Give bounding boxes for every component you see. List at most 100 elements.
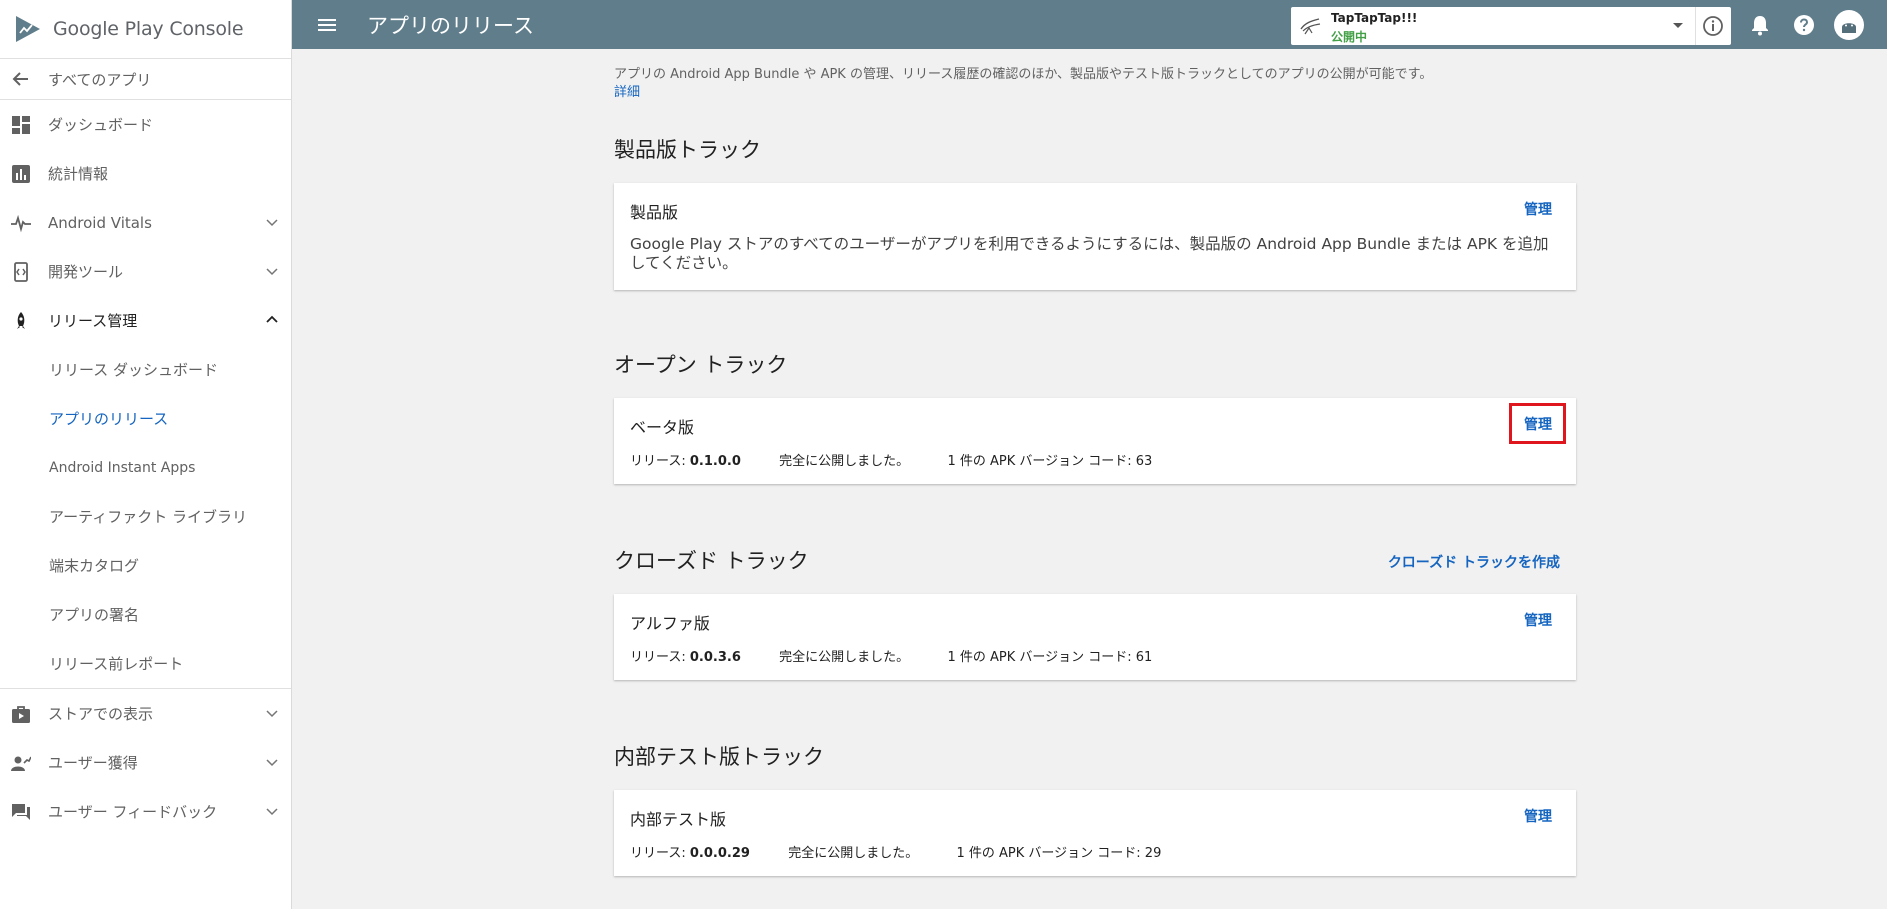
dropdown-arrow-icon[interactable] <box>1673 23 1683 28</box>
apk-version-code: 1 件の APK バージョン コード: 61 <box>947 650 1153 665</box>
sidebar-item-device-catalog[interactable]: 端末カタログ <box>0 541 291 590</box>
sidebar-item-label: Android Instant Apps <box>49 459 196 476</box>
user-growth-icon <box>10 752 32 774</box>
release-version: 0.0.3.6 <box>689 650 741 665</box>
sidebar-item-pre-launch-report[interactable]: リリース前レポート <box>0 639 291 688</box>
chevron-down-icon <box>266 710 278 718</box>
details-link[interactable]: 詳細 <box>614 81 640 100</box>
sidebar-item-label: リリース管理 <box>48 312 138 330</box>
chevron-down-icon <box>266 219 278 227</box>
track-card-description: Google Play ストアのすべてのユーザーがアプリを利用できるようにするに… <box>630 235 1549 272</box>
release-label: リリース: <box>630 454 690 469</box>
page-title: アプリのリリース <box>367 13 534 38</box>
sidebar-item-label: すべてのアプリ <box>48 70 152 89</box>
app-icon <box>1300 18 1321 35</box>
notifications-bell-icon[interactable] <box>1748 13 1772 37</box>
arrow-back-icon <box>10 68 32 90</box>
sidebar-item-label: アーティファクト ライブラリ <box>49 508 247 526</box>
track-card-title: 製品版 <box>630 203 679 222</box>
chevron-down-icon <box>266 268 278 276</box>
apk-version-code: 1 件の APK バージョン コード: 29 <box>956 846 1162 861</box>
sidebar-item-release-dashboard[interactable]: リリース ダッシュボード <box>0 345 291 394</box>
track-card-title: 内部テスト版 <box>630 810 727 829</box>
pulse-icon <box>10 212 32 234</box>
account-avatar-icon[interactable] <box>1834 10 1864 40</box>
release-status: 完全に公開しました。 <box>788 846 919 861</box>
app-selector[interactable]: TapTapTap!!! 公開中 <box>1291 7 1731 45</box>
sidebar-item-app-releases[interactable]: アプリのリリース <box>0 394 291 443</box>
sidebar-item-label: 端末カタログ <box>49 557 140 575</box>
sidebar-item-statistics[interactable]: 統計情報 <box>0 149 291 198</box>
sidebar-item-dashboard[interactable]: ダッシュボード <box>0 100 291 149</box>
release-version: 0.1.0.0 <box>689 454 741 469</box>
open-track-title: オープン トラック <box>614 353 788 377</box>
help-icon[interactable] <box>1792 13 1816 37</box>
sidebar-item-label: アプリの署名 <box>49 606 140 624</box>
sidebar-item-label: Android Vitals <box>48 213 152 232</box>
sidebar-item-dev-tools[interactable]: 開発ツール <box>0 247 291 296</box>
app-status-badge: 公開中 <box>1331 30 1368 44</box>
logo-main-text: Google Play <box>53 18 164 40</box>
logo-sub-text: Console <box>169 18 244 40</box>
feedback-icon <box>10 801 32 823</box>
sidebar-item-user-acquisition[interactable]: ユーザー獲得 <box>0 738 291 787</box>
release-info: リリース: 0.1.0.0 完全に公開しました。 1 件の APK バージョン … <box>630 450 1152 469</box>
sidebar-item-all-apps[interactable]: すべてのアプリ <box>0 59 291 99</box>
google-play-console-logo[interactable]: Google Play Console <box>0 0 291 59</box>
track-card-title: ベータ版 <box>630 418 695 437</box>
info-icon[interactable] <box>1702 15 1724 37</box>
release-label: リリース: <box>630 650 690 665</box>
open-track-card: ベータ版 管理 リリース: 0.1.0.0 完全に公開しました。 1 件の AP… <box>614 398 1576 484</box>
manage-alpha-link[interactable]: 管理 <box>1524 610 1552 630</box>
sidebar-item-release-management[interactable]: リリース管理 <box>0 296 291 345</box>
sidebar: Google Play Console すべてのアプリ ダッシュボード 統計情報… <box>0 0 292 909</box>
sidebar-item-instant-apps[interactable]: Android Instant Apps <box>0 443 291 492</box>
hamburger-menu-icon[interactable] <box>316 14 338 36</box>
shopping-bag-icon <box>10 703 32 725</box>
highlight-box <box>1509 403 1566 444</box>
page-description: アプリの Android App Bundle や APK の管理、リリース履歴… <box>614 67 1433 82</box>
sidebar-item-label: 統計情報 <box>48 165 109 183</box>
production-track-title: 製品版トラック <box>614 138 761 162</box>
sidebar-item-label: リリース前レポート <box>49 655 184 673</box>
sidebar-item-label: ユーザー獲得 <box>48 754 138 772</box>
developer-tools-icon <box>10 261 32 283</box>
sidebar-item-label: ストアでの表示 <box>48 705 154 723</box>
chevron-down-icon <box>266 808 278 816</box>
top-app-bar: アプリのリリース TapTapTap!!! 公開中 <box>292 0 1887 49</box>
sidebar-item-store-presence[interactable]: ストアでの表示 <box>0 689 291 738</box>
divider <box>1695 7 1696 45</box>
track-card-title: アルファ版 <box>630 614 710 633</box>
bar-chart-icon <box>10 163 32 185</box>
internal-track-card: 内部テスト版 管理 リリース: 0.0.0.29 完全に公開しました。 1 件の… <box>614 790 1576 876</box>
play-console-logo-icon <box>16 16 40 42</box>
app-name: TapTapTap!!! <box>1331 11 1418 25</box>
sidebar-item-label: リリース ダッシュボード <box>49 361 219 379</box>
sidebar-item-label: 開発ツール <box>48 263 124 281</box>
closed-track-card: アルファ版 管理 リリース: 0.0.3.6 完全に公開しました。 1 件の A… <box>614 594 1576 680</box>
manage-production-link[interactable]: 管理 <box>1524 199 1552 219</box>
production-track-card: 製品版 管理 Google Play ストアのすべてのユーザーがアプリを利用でき… <box>614 183 1576 290</box>
manage-internal-link[interactable]: 管理 <box>1524 806 1552 826</box>
release-info: リリース: 0.0.3.6 完全に公開しました。 1 件の APK バージョン … <box>630 646 1152 665</box>
release-status: 完全に公開しました。 <box>779 650 910 665</box>
dashboard-icon <box>10 114 32 136</box>
chevron-down-icon <box>266 759 278 767</box>
rocket-icon <box>10 310 32 332</box>
sidebar-item-label: ダッシュボード <box>48 116 154 134</box>
internal-track-title: 内部テスト版トラック <box>614 745 824 769</box>
sidebar-item-app-signing[interactable]: アプリの署名 <box>0 590 291 639</box>
sidebar-item-label: アプリのリリース <box>49 410 169 428</box>
sidebar-item-artifact-library[interactable]: アーティファクト ライブラリ <box>0 492 291 541</box>
sidebar-item-user-feedback[interactable]: ユーザー フィードバック <box>0 787 291 836</box>
release-version: 0.0.0.29 <box>689 846 750 861</box>
closed-track-title: クローズド トラック <box>614 549 809 573</box>
release-info: リリース: 0.0.0.29 完全に公開しました。 1 件の APK バージョン… <box>630 842 1161 861</box>
sidebar-item-android-vitals[interactable]: Android Vitals <box>0 198 291 247</box>
apk-version-code: 1 件の APK バージョン コード: 63 <box>947 454 1153 469</box>
sidebar-item-label: ユーザー フィードバック <box>48 803 218 821</box>
release-status: 完全に公開しました。 <box>779 454 910 469</box>
chevron-up-icon <box>266 315 278 323</box>
release-label: リリース: <box>630 846 690 861</box>
create-closed-track-link[interactable]: クローズド トラックを作成 <box>1388 552 1560 572</box>
